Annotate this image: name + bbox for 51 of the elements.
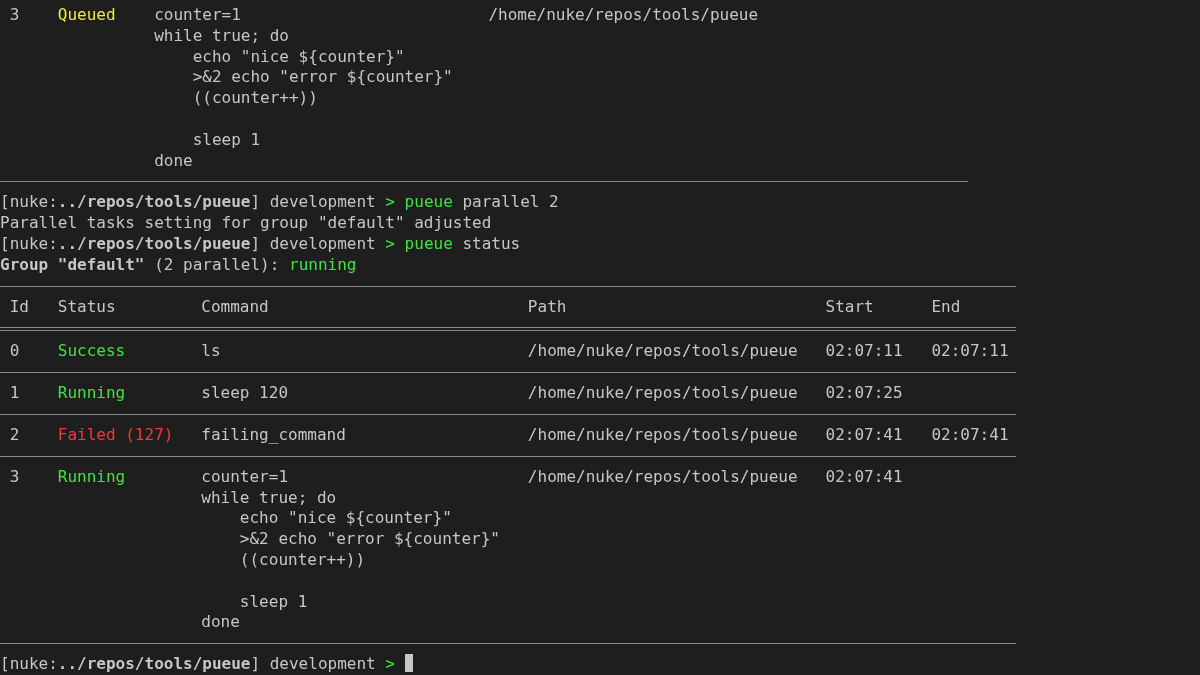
prompt-user: [nuke: — [0, 233, 58, 253]
prompt-symbol: > — [385, 192, 395, 212]
command-name: pueue — [404, 233, 453, 253]
time-cell-text: 02:07:25 — [825, 383, 904, 404]
prompt-user: [nuke: — [0, 654, 58, 674]
column-header: Command — [201, 296, 270, 318]
prompt-path: ../repos/tools/pueue — [57, 192, 251, 212]
time-cell-text: 02:07:11 — [931, 341, 1010, 363]
path-cell-text: /home/nuke/repos/tools/pueue — [527, 466, 799, 488]
output-text: Parallel tasks setting for group "default" adjusted — [0, 213, 492, 233]
status-cell-text: Failed (127) — [57, 424, 175, 446]
time-cell-text: 02:07:41 — [825, 466, 904, 488]
command-name: pueue — [404, 192, 453, 212]
status-cell-text: Running — [57, 466, 127, 488]
id-cell-text: 3 — [8, 466, 21, 488]
prompt-branch: ] development — [250, 654, 376, 674]
group-status: running — [289, 254, 357, 274]
prompt-user: [nuke: — [0, 192, 58, 212]
path-cell-text: /home/nuke/repos/tools/pueue — [488, 5, 760, 26]
id-cell-text: 3 — [8, 5, 21, 26]
column-header: Id — [8, 296, 30, 318]
prompt-branch: ] development — [250, 233, 376, 253]
status-cell-text: Success — [57, 341, 127, 363]
id-cell-text: 0 — [8, 341, 21, 363]
column-header: Start — [825, 296, 875, 318]
time-cell-text: 02:07:11 — [825, 341, 904, 363]
column-header: Path — [527, 296, 568, 318]
command-cell-text: ls — [201, 341, 222, 363]
command-cell-text: sleep 120 — [201, 383, 289, 404]
prompt-path: ../repos/tools/pueue — [57, 233, 251, 253]
id-cell-text: 1 — [8, 383, 21, 404]
command-cell-text: counter=1 while true; do echo "nice ${counter}" >&2 echo "error ${counter}" ((counter++)) sleep 1 done — [154, 5, 454, 172]
column-header: End — [931, 296, 962, 318]
command-args: parallel 2 — [462, 192, 559, 212]
path-cell-text: /home/nuke/repos/tools/pueue — [527, 424, 799, 446]
time-cell-text: 02:07:41 — [931, 424, 1010, 446]
prompt-symbol: > — [385, 233, 395, 253]
prompt-branch: ] development — [250, 192, 376, 212]
column-header: Status — [57, 296, 117, 318]
status-cell-text: Queued — [57, 5, 117, 26]
prompt-symbol: > — [385, 654, 395, 674]
path-cell-text: /home/nuke/repos/tools/pueue — [527, 383, 799, 404]
command-cell-text: failing_command — [201, 424, 347, 446]
time-cell-text: 02:07:41 — [825, 424, 904, 446]
id-cell-text: 2 — [8, 424, 21, 446]
command-cell-text: counter=1 while true; do echo "nice ${counter}" >&2 echo "error ${counter}" ((counter++)) sleep 1 done — [201, 466, 501, 634]
group-label: Group "default" (2 parallel): — [0, 254, 281, 274]
prompt-path: ../repos/tools/pueue — [57, 654, 251, 674]
command-args: status — [462, 233, 521, 253]
status-cell-text: Running — [57, 383, 127, 404]
path-cell-text: /home/nuke/repos/tools/pueue — [527, 341, 799, 363]
